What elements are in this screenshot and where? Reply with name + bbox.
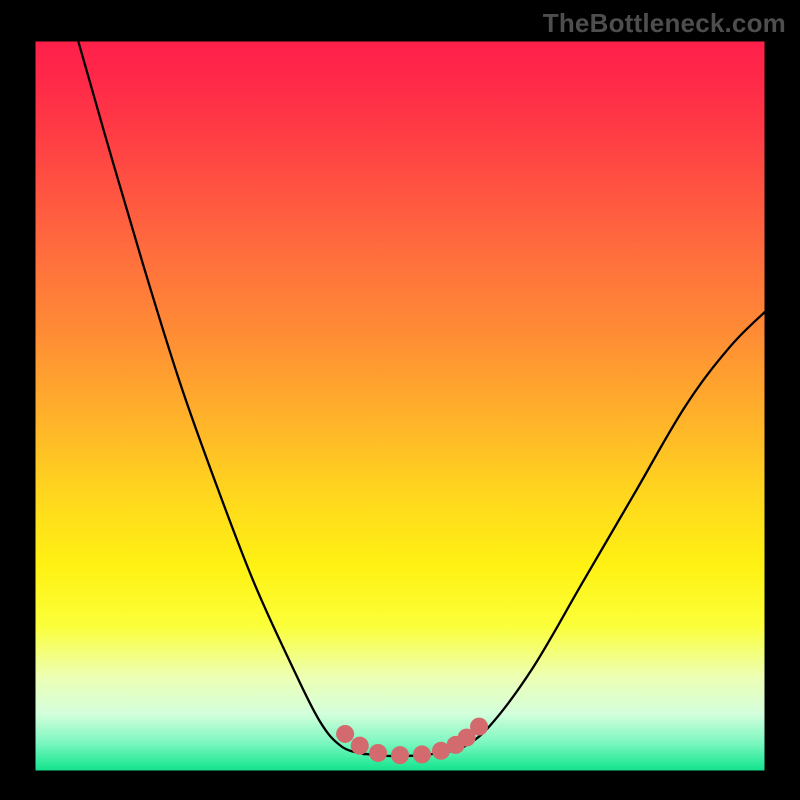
watermark-text: TheBottleneck.com [543, 8, 786, 39]
axes-frame [0, 0, 800, 800]
outer-frame: TheBottleneck.com [0, 0, 800, 800]
plot-border [34, 40, 766, 772]
